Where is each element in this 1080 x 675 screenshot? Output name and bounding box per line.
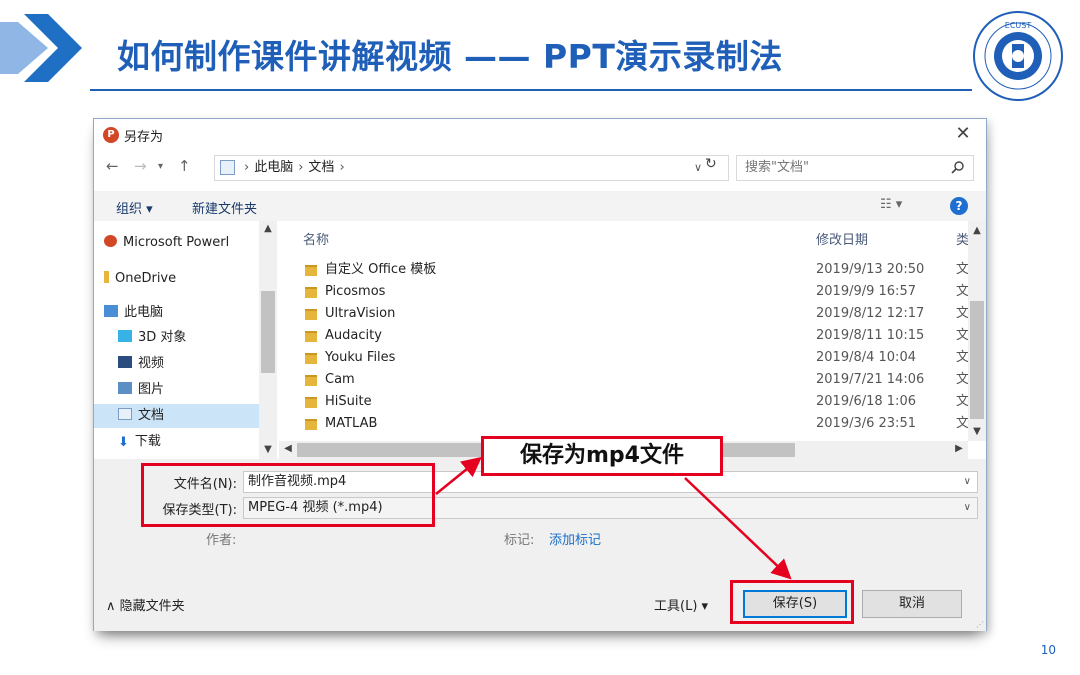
folder-icon	[305, 397, 317, 408]
filename-highlight-box	[141, 463, 435, 527]
scroll-left-icon[interactable]: ◀	[279, 443, 297, 454]
breadcrumb-documents[interactable]: 文档	[308, 160, 334, 175]
page-number: 10	[1040, 643, 1056, 657]
nav-scroll-thumb[interactable]	[261, 291, 275, 373]
new-folder-button[interactable]: 新建文件夹	[192, 198, 257, 217]
chevron-down-icon[interactable]: ∨	[964, 498, 971, 518]
university-logo-icon: ECUST	[973, 11, 1063, 101]
file-list-vertical-scrollbar[interactable]: ▲ ▼	[968, 221, 986, 441]
dialog-titlebar: P 另存为 ✕	[94, 119, 986, 149]
folder-icon	[305, 287, 317, 298]
folder-icon	[305, 331, 317, 342]
close-button[interactable]: ✕	[948, 121, 978, 147]
search-icon	[951, 161, 964, 174]
tags-label: 标记:	[504, 533, 535, 548]
save-as-dialog: P 另存为 ✕ ← → ▾ ↑ › 此电脑 › 文档 › ∨ ↻ 搜索"文档" 组织 ▾…	[93, 118, 987, 631]
scroll-up-icon[interactable]: ▲	[259, 223, 277, 234]
save-button-highlight-box	[730, 580, 854, 624]
folder-icon	[104, 271, 109, 283]
author-label: 作者:	[206, 533, 237, 548]
cancel-button[interactable]: 取消	[862, 590, 962, 618]
nav-scrollbar[interactable]: ▲ ▼	[259, 221, 277, 459]
picture-icon	[118, 382, 132, 394]
svg-text:ECUST: ECUST	[1005, 21, 1032, 30]
hide-folders-button[interactable]: ∧ 隐藏文件夹	[106, 595, 185, 614]
list-item[interactable]: Picosmos 2019/9/9 16:57 文	[279, 281, 969, 303]
up-arrow-icon[interactable]: ↑	[178, 157, 191, 175]
title-underline	[90, 89, 972, 91]
scroll-right-icon[interactable]: ▶	[950, 443, 968, 454]
help-icon[interactable]: ?	[950, 197, 968, 215]
powerpoint-icon	[104, 235, 117, 247]
nav-item-pictures[interactable]: 图片	[118, 378, 164, 402]
dialog-title: 另存为	[124, 130, 164, 145]
column-header-date[interactable]: 修改日期	[816, 229, 868, 248]
list-item[interactable]: 自定义 Office 模板 2019/9/13 20:50 文	[279, 259, 969, 281]
list-item[interactable]: Cam 2019/7/21 14:06 文	[279, 369, 969, 391]
video-icon	[118, 356, 132, 368]
folder-icon	[305, 265, 317, 276]
nav-item-documents[interactable]: 文档	[94, 404, 259, 428]
scroll-down-icon[interactable]: ▼	[259, 444, 277, 455]
navigation-pane: Microsoft Powerl OneDrive 此电脑 3D 对象 视频 图…	[94, 221, 277, 459]
breadcrumb-this-pc[interactable]: 此电脑	[254, 160, 293, 175]
view-options-icon[interactable]: ☷ ▾	[880, 197, 902, 212]
list-item[interactable]: HiSuite 2019/6/18 1:06 文	[279, 391, 969, 413]
nav-item-videos[interactable]: 视频	[118, 352, 164, 376]
documents-location-icon	[220, 160, 235, 175]
scroll-down-icon[interactable]: ▼	[968, 426, 986, 437]
powerpoint-icon: P	[103, 127, 119, 143]
nav-item-this-pc[interactable]: 此电脑	[104, 301, 163, 325]
search-input[interactable]: 搜索"文档"	[736, 155, 974, 181]
slide-title: 如何制作课件讲解视频 —— PPT演示录制法	[117, 37, 783, 76]
column-header-name[interactable]: 名称	[303, 229, 329, 248]
nav-item-3d-objects[interactable]: 3D 对象	[118, 326, 186, 350]
address-dropdown-icon[interactable]: ∨	[694, 156, 702, 180]
scroll-up-icon[interactable]: ▲	[968, 225, 986, 236]
annotation-callout: 保存为mp4文件	[481, 436, 723, 476]
recent-locations-chevron-icon[interactable]: ▾	[158, 161, 163, 172]
list-item[interactable]: MATLAB 2019/3/6 23:51 文	[279, 413, 969, 435]
list-item[interactable]: UltraVision 2019/8/12 12:17 文	[279, 303, 969, 325]
forward-arrow-icon[interactable]: →	[134, 157, 147, 175]
chevron-down-icon[interactable]: ∨	[964, 472, 971, 492]
address-bar[interactable]: › 此电脑 › 文档 › ∨	[214, 155, 729, 181]
tools-button[interactable]: 工具(L) ▾	[654, 595, 708, 614]
folder-icon	[305, 375, 317, 386]
title-arrow-icon	[0, 14, 82, 82]
nav-item-powerpoint[interactable]: Microsoft Powerl	[104, 231, 229, 255]
command-bar: 组织 ▾ 新建文件夹 ☷ ▾ ?	[94, 191, 986, 221]
computer-icon	[104, 305, 118, 317]
resize-grip-icon[interactable]: ⋰	[976, 620, 984, 629]
cube-icon	[118, 330, 132, 342]
download-icon: ⬇	[118, 435, 129, 450]
organize-button[interactable]: 组织 ▾	[116, 198, 153, 217]
folder-icon	[305, 309, 317, 320]
folder-icon	[305, 353, 317, 364]
refresh-icon[interactable]: ↻	[705, 156, 717, 172]
add-tag-link[interactable]: 添加标记	[549, 529, 601, 548]
list-item[interactable]: Youku Files 2019/8/4 10:04 文	[279, 347, 969, 369]
navigation-bar: ← → ▾ ↑ › 此电脑 › 文档 › ∨ ↻ 搜索"文档"	[94, 155, 986, 181]
folder-icon	[305, 419, 317, 430]
back-arrow-icon[interactable]: ←	[106, 157, 119, 175]
nav-item-onedrive[interactable]: OneDrive	[104, 267, 176, 291]
list-item[interactable]: Audacity 2019/8/11 10:15 文	[279, 325, 969, 347]
nav-item-downloads[interactable]: ⬇ 下载	[118, 430, 161, 454]
file-list: 名称 修改日期 类 自定义 Office 模板 2019/9/13 20:50 文 …	[279, 221, 986, 459]
document-icon	[118, 408, 132, 420]
file-list-scroll-thumb[interactable]	[970, 301, 984, 419]
